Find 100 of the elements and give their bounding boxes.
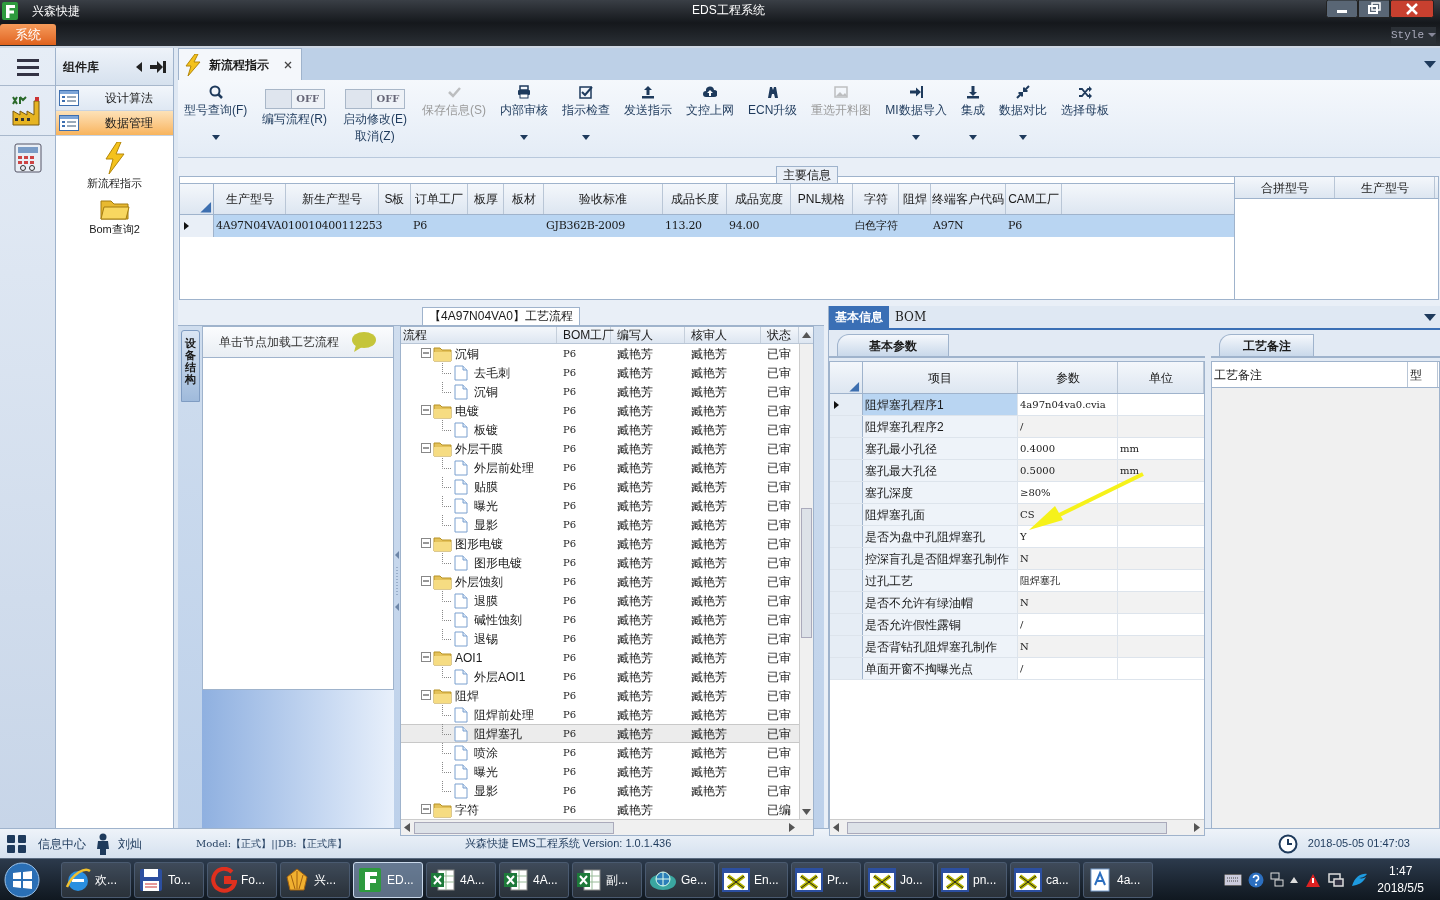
- toolbar-button[interactable]: 发送指示: [622, 84, 674, 146]
- table-row[interactable]: 阻焊塞孔程序1 4a97n04va0.cvia: [830, 394, 1204, 416]
- tree-row[interactable]: 图形电镀 P6 臧艳芳 臧艳芳 已审: [401, 534, 799, 553]
- tree-row[interactable]: 外层前处理 P6 臧艳芳 臧艳芳 已审: [401, 458, 799, 477]
- column-header[interactable]: 生产型号: [214, 184, 286, 214]
- toolbar-button[interactable]: 集成: [958, 84, 987, 146]
- table-row[interactable]: 过孔工艺 阻焊塞孔: [830, 570, 1204, 592]
- column-header[interactable]: 成品宽度: [727, 184, 791, 214]
- tree-row[interactable]: 退膜 P6 臧艳芳 臧艳芳 已审: [401, 591, 799, 610]
- tree-row[interactable]: 贴膜 P6 臧艳芳 臧艳芳 已审: [401, 477, 799, 496]
- table-row[interactable]: 是否允许假性露铜 /: [830, 614, 1204, 636]
- detail-tab[interactable]: 基本信息: [829, 306, 889, 328]
- toolbar-button[interactable]: 数据对比: [996, 84, 1049, 146]
- tree-row[interactable]: 字符 P6 臧艳芳 已编: [401, 800, 799, 819]
- column-header[interactable]: 验收标准: [544, 184, 663, 214]
- toolbar-button[interactable]: 指示检查: [560, 84, 612, 146]
- taskbar-button[interactable]: Jo...: [864, 861, 934, 898]
- tree-row[interactable]: 退锡 P6 臧艳芳 臧艳芳 已审: [401, 629, 799, 648]
- tree-row[interactable]: 外层蚀刻 P6 臧艳芳 臧艳芳 已审: [401, 572, 799, 591]
- minimize-button[interactable]: [1326, 0, 1358, 18]
- tree-row[interactable]: 喷涂 P6 臧艳芳 臧艳芳 已审: [401, 743, 799, 762]
- subtab[interactable]: 基本参数: [837, 334, 949, 356]
- component-list-item[interactable]: 设计算法: [56, 86, 173, 111]
- tree-row[interactable]: 曝光 P6 臧艳芳 臧艳芳 已审: [401, 496, 799, 515]
- column-header[interactable]: 型: [1408, 362, 1438, 387]
- shortcut-label[interactable]: 新流程指示: [87, 176, 142, 190]
- table-row[interactable]: 阻焊塞孔面 CS: [830, 504, 1204, 526]
- column-header[interactable]: PNL规格: [791, 184, 853, 214]
- side-tab[interactable]: 设备结构: [181, 330, 200, 402]
- column-header[interactable]: 单位: [1118, 362, 1204, 393]
- tree-row[interactable]: 阻焊前处理 P6 臧艳芳 臧艳芳 已审: [401, 705, 799, 724]
- table-row[interactable]: 塞孔深度 ≥80%: [830, 482, 1204, 504]
- column-header[interactable]: 合拼型号: [1235, 177, 1335, 198]
- tree-row[interactable]: 阻焊塞孔 P6 臧艳芳 臧艳芳 已审: [401, 724, 799, 743]
- scroll-thumb[interactable]: [847, 821, 1167, 834]
- column-header[interactable]: 新生产型号: [286, 184, 379, 214]
- taskbar-button[interactable]: To...: [134, 861, 204, 898]
- column-header[interactable]: CAM工厂: [1006, 184, 1062, 214]
- horizontal-scrollbar[interactable]: [401, 819, 813, 835]
- expander-icon[interactable]: [421, 803, 433, 816]
- column-header[interactable]: 生产型号: [1335, 177, 1435, 198]
- toolbar-button[interactable]: 选择母板: [1058, 84, 1111, 146]
- column-header[interactable]: 字符: [853, 184, 899, 214]
- detail-tab[interactable]: BOM: [889, 306, 933, 328]
- info-center-link[interactable]: 信息中心: [38, 834, 86, 853]
- grid-icon[interactable]: [6, 833, 28, 854]
- tree-row[interactable]: 电镀 P6 臧艳芳 臧艳芳 已审: [401, 401, 799, 420]
- taskbar-button[interactable]: ED...: [353, 861, 423, 898]
- taskbar-button[interactable]: Ge...: [645, 861, 715, 898]
- column-header[interactable]: 项目: [863, 362, 1018, 393]
- column-header[interactable]: 终端客户代码: [931, 184, 1006, 214]
- tree-row[interactable]: 外层AOI1 P6 臧艳芳 臧艳芳 已审: [401, 667, 799, 686]
- table-row[interactable]: 塞孔最小孔径 0.4000 mm: [830, 438, 1204, 460]
- expander-icon[interactable]: [421, 537, 433, 550]
- toolbar-button[interactable]: MI数据导入: [883, 84, 949, 146]
- expander-icon[interactable]: [421, 404, 433, 417]
- tree-row[interactable]: AOI1 P6 臧艳芳 臧艳芳 已审: [401, 648, 799, 667]
- tree-row[interactable]: 外层干膜 P6 臧艳芳 臧艳芳 已审: [401, 439, 799, 458]
- table-row[interactable]: 单面开窗不掏曝光点 /: [830, 658, 1204, 680]
- taskbar-button[interactable]: En...: [718, 861, 788, 898]
- horizontal-scrollbar[interactable]: [830, 819, 1204, 835]
- expander-icon[interactable]: [421, 651, 433, 664]
- toolbar-button[interactable]: 文控上网: [684, 84, 736, 146]
- toggle-switch[interactable]: OFF: [264, 89, 325, 109]
- toolbar-button[interactable]: 型号查询(F): [182, 84, 250, 146]
- toolbar-button[interactable]: 内部审核: [498, 84, 550, 146]
- tree-row[interactable]: 阻焊 P6 臧艳芳 臧艳芳 已审: [401, 686, 799, 705]
- tree-row[interactable]: 沉铜 P6 臧艳芳 臧艳芳 已审: [401, 344, 799, 363]
- tree-row[interactable]: 图形电镀 P6 臧艳芳 臧艳芳 已审: [401, 553, 799, 572]
- network-icon[interactable]: [1270, 871, 1285, 888]
- taskbar-button[interactable]: 4a...: [1083, 861, 1153, 898]
- tree-row[interactable]: 碱性蚀刻 P6 臧艳芳 臧艳芳 已审: [401, 610, 799, 629]
- table-row[interactable]: 4A97N04VA010010400112253 P6 GJB362B-2009 113.20 94.00 白色字符 A97N P6: [180, 215, 1234, 237]
- column-header[interactable]: 阻焊: [899, 184, 931, 214]
- taskbar-button[interactable]: Fo...: [207, 861, 277, 898]
- scroll-thumb[interactable]: [414, 821, 614, 834]
- column-header[interactable]: 板材: [504, 184, 544, 214]
- column-header[interactable]: 状态: [761, 327, 799, 343]
- toggle-switch[interactable]: OFF: [345, 89, 405, 109]
- tree-row[interactable]: 曝光 P6 臧艳芳 臧艳芳 已审: [401, 762, 799, 781]
- column-header[interactable]: 工艺备注: [1212, 362, 1408, 387]
- tree-row[interactable]: 显影 P6 臧艳芳 臧艳芳 已审: [401, 781, 799, 800]
- subtab[interactable]: 工艺备注: [1219, 334, 1314, 356]
- column-header[interactable]: 参数: [1018, 362, 1118, 393]
- expander-icon[interactable]: [421, 689, 433, 702]
- column-header[interactable]: 核审人: [685, 327, 761, 343]
- taskbar-button[interactable]: ca...: [1010, 861, 1080, 898]
- tray-expand-icon[interactable]: [1290, 876, 1299, 883]
- expander-icon[interactable]: [421, 347, 433, 360]
- table-row[interactable]: 是否背钻孔阻焊塞孔制作 N: [830, 636, 1204, 658]
- column-header[interactable]: 订单工厂: [411, 184, 468, 214]
- taskbar-button[interactable]: 欢...: [61, 861, 131, 898]
- table-row[interactable]: 塞孔最大孔径 0.5000 mm: [830, 460, 1204, 482]
- keyboard-icon[interactable]: [1224, 873, 1243, 886]
- column-header[interactable]: 流程: [401, 327, 557, 343]
- collapse-left-icon[interactable]: [136, 61, 142, 72]
- taskbar-button[interactable]: pn...: [937, 861, 1007, 898]
- column-header[interactable]: 板厚: [468, 184, 504, 214]
- component-list-item[interactable]: 数据管理: [56, 111, 173, 136]
- dropdown-caret-icon[interactable]: [1424, 61, 1436, 69]
